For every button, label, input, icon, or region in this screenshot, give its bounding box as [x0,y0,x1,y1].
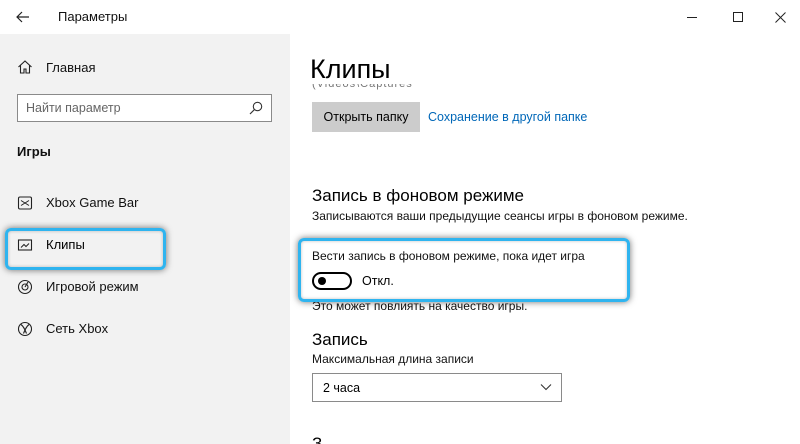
home-icon [18,60,32,74]
sidebar: Главная Игры Xbox Game Bar Клипы [0,34,290,444]
max-length-label: Максимальная длина записи [312,352,474,366]
sidebar-item-clips[interactable]: Клипы [0,229,290,261]
quality-note: Это может повлиять на качество игры. [312,299,528,313]
max-length-dropdown[interactable]: 2 часа [312,373,562,402]
close-icon [774,11,786,23]
sidebar-item-label: Клипы [46,237,85,252]
window-title: Параметры [58,9,128,24]
next-section-heading: З [312,434,323,444]
close-button[interactable] [762,0,798,34]
clips-icon [17,239,33,251]
sidebar-home-label: Главная [46,60,96,75]
page-title: Клипы [310,54,391,84]
search-box [17,94,272,122]
max-length-value: 2 часа [323,381,361,395]
toggle-state-label: Откл. [362,274,394,288]
back-button[interactable] [10,5,36,29]
sidebar-item-xbox-network[interactable]: Сеть Xbox [0,313,290,345]
chevron-down-icon [540,384,552,391]
minimize-icon [686,16,697,18]
minimize-button[interactable] [674,0,710,34]
background-recording-description: Записываются ваши предыдущие сеансы игры… [312,209,688,223]
background-recording-heading: Запись в фоновом режиме [312,186,524,205]
maximize-button[interactable] [720,0,756,34]
sidebar-item-label: Игровой режим [46,279,139,294]
search-icon[interactable] [249,101,263,115]
section-header: Игры [17,144,51,159]
xbox-game-bar-icon [17,196,33,210]
xbox-network-icon [17,321,33,337]
sidebar-home[interactable]: Главная [0,54,290,82]
sidebar-item-game-mode[interactable]: Игровой режим [0,271,290,303]
open-folder-button[interactable]: Открыть папку [312,102,420,132]
settings-window: Параметры Главная Игры [0,0,800,444]
search-input[interactable] [26,95,246,121]
recording-heading: Запись [312,330,368,349]
sidebar-item-xbox-game-bar[interactable]: Xbox Game Bar [0,187,290,219]
main-content: Клипы (Videos\Captures Открыть папку Сох… [290,34,800,444]
maximize-icon [732,11,743,22]
sidebar-item-label: Xbox Game Bar [46,195,139,210]
background-recording-toggle[interactable] [312,272,352,290]
title-bar: Параметры [0,0,800,34]
toggle-knob [318,277,326,285]
game-mode-icon [17,279,33,295]
sidebar-item-label: Сеть Xbox [46,321,109,336]
save-elsewhere-link[interactable]: Сохранение в другой папке [428,110,587,124]
back-arrow-icon [16,11,29,23]
background-recording-toggle-label: Вести запись в фоновом режиме, пока идет… [312,249,585,263]
